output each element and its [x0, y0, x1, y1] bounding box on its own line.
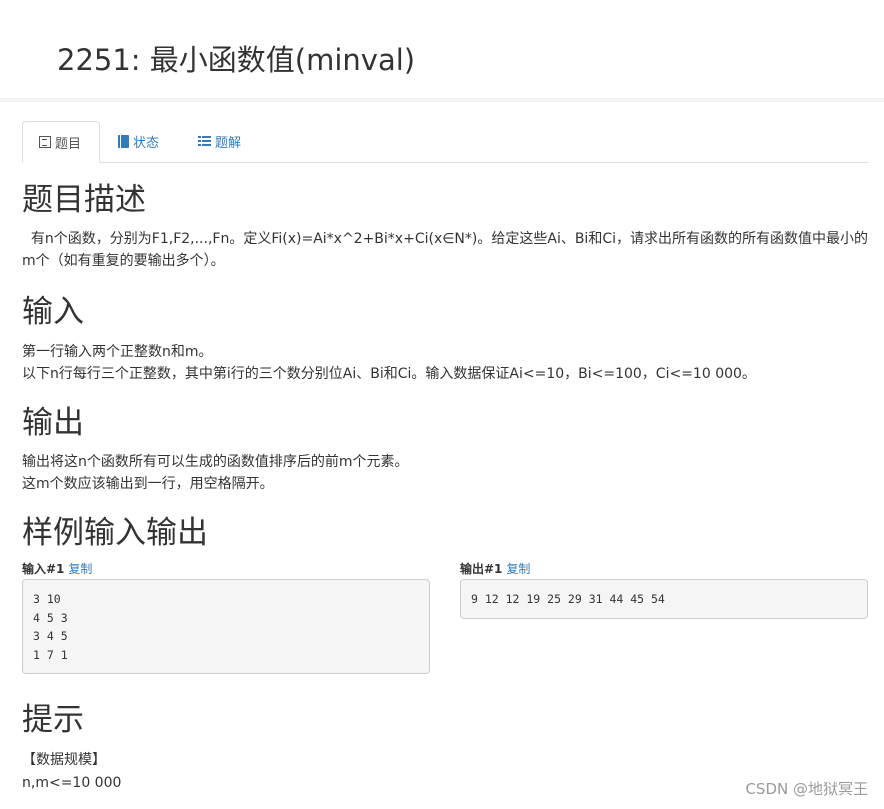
book-icon	[118, 135, 129, 148]
description-text: 有n个函数，分别为F1,F2,...,Fn。定义Fi(x)=Ai*x^2+Bi*…	[22, 231, 868, 269]
hint-heading: 提示	[22, 702, 84, 738]
tab-label: 状态	[133, 136, 160, 151]
copy-output-button[interactable]: 复制	[506, 562, 530, 576]
sample-output-title: 输出#1	[460, 562, 503, 576]
divider	[0, 98, 884, 102]
sample-output-label: 输出#1 复制	[460, 561, 530, 577]
output-heading: 输出	[22, 405, 84, 441]
page-title: 2251: 最小函数值(minval)	[57, 43, 416, 77]
title-region: 2251: 最小函数值(minval)	[0, 0, 884, 100]
hint-line-2: n,m<=10 000	[22, 775, 122, 791]
tab-bar: 题目 状态 题解	[22, 121, 868, 163]
problem-page: 2251: 最小函数值(minval) 题目 状态 题解 题目描述 有n个函数，…	[0, 0, 884, 809]
sample-input-title: 输入#1	[22, 562, 65, 576]
output-line-2: 这m个数应该输出到一行，用空格隔开。	[22, 476, 274, 492]
input-line-1: 第一行输入两个正整数n和m。	[22, 344, 213, 360]
description-heading: 题目描述	[22, 182, 146, 218]
watermark: CSDN @地狱冥王	[745, 780, 868, 798]
tab-status[interactable]: 状态	[102, 121, 175, 162]
sample-input-box[interactable]: 3 10 4 5 3 3 4 5 1 7 1	[22, 579, 430, 674]
list-alt-icon	[39, 136, 51, 148]
output-line-1: 输出将这n个函数所有可以生成的函数值排序后的前m个元素。	[22, 454, 409, 470]
input-heading: 输入	[22, 294, 84, 330]
tab-problem[interactable]: 题目	[22, 121, 100, 163]
hint-line-1: 【数据规模】	[22, 752, 106, 768]
copy-input-button[interactable]: 复制	[68, 562, 92, 576]
list-icon	[198, 136, 211, 147]
input-line-2: 以下n行每行三个正整数，其中第i行的三个数分别位Ai、Bi和Ci。输入数据保证A…	[22, 366, 756, 382]
tab-solutions[interactable]: 题解	[182, 121, 257, 162]
tab-label: 题目	[55, 136, 82, 152]
tab-label: 题解	[215, 136, 242, 151]
sample-output-box[interactable]: 9 12 12 19 25 29 31 44 45 54	[460, 579, 868, 619]
sample-input-label: 输入#1 复制	[22, 561, 92, 577]
samples-heading: 样例输入输出	[22, 515, 208, 551]
